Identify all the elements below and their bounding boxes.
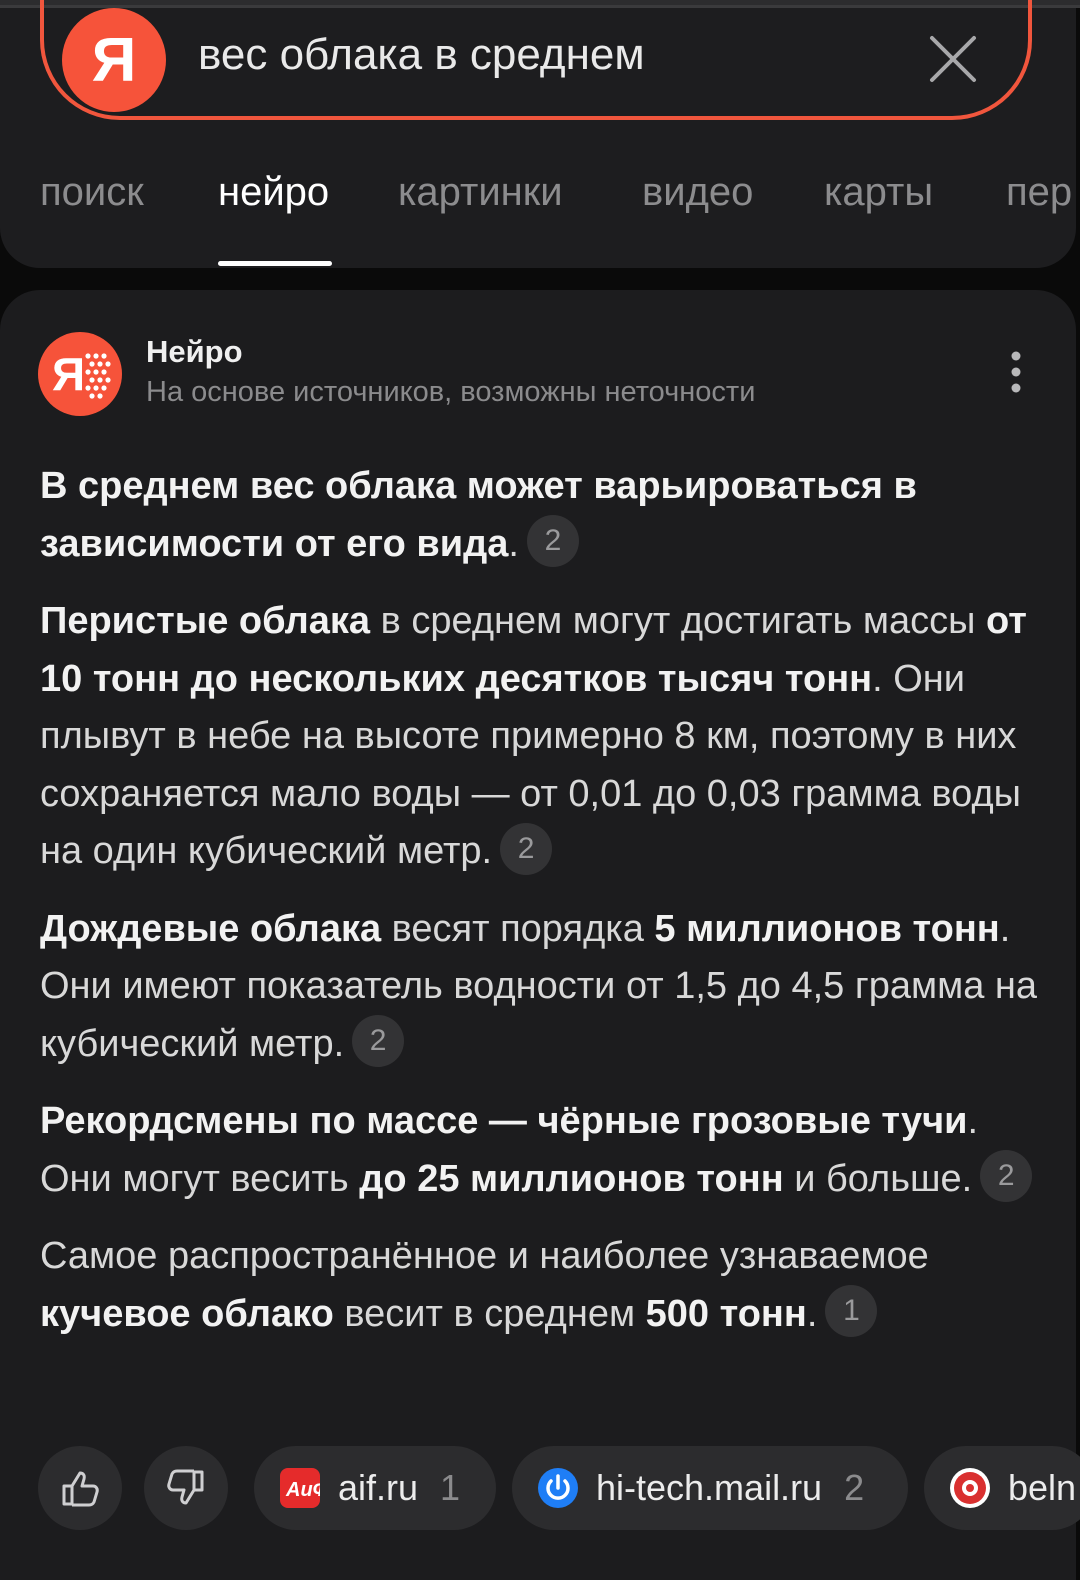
svg-text:Я: Я [52,348,85,400]
active-tab-indicator [218,261,332,266]
dislike-button[interactable] [144,1446,228,1530]
answer-paragraph: Перистые облака в среднем могут достигат… [40,593,1040,881]
feedback-sources-row: АиФ aif.ru 1 hi-tech.mail.ru 2 beln [0,1446,1080,1530]
citation-badge[interactable]: 2 [526,515,579,568]
citation-badge[interactable]: 1 [825,1285,878,1338]
power-icon [538,1468,578,1508]
source-name: aif.ru [338,1467,419,1508]
source-chip-hi-tech[interactable]: hi-tech.mail.ru 2 [512,1446,908,1530]
citation-badge[interactable]: 2 [980,1150,1033,1203]
source-count: 1 [440,1467,461,1508]
neuro-disclaimer: На основе источников, возможны неточност… [146,376,756,408]
source-name: beln [1008,1467,1077,1508]
neuro-title: Нейро [146,334,243,369]
thumbs-down-icon [167,1469,204,1505]
source-name: hi-tech.mail.ru [596,1467,823,1508]
answer-paragraph: В среднем вес облака может варьироваться… [40,458,1040,573]
source-count: 2 [844,1467,865,1508]
tab-maps[interactable]: карты [824,170,933,215]
svg-text:АиФ: АиФ [285,1479,320,1501]
tab-video[interactable]: видео [642,170,753,215]
beln-icon [950,1468,990,1508]
tab-images[interactable]: картинки [398,170,563,215]
citation-badge[interactable]: 2 [352,1015,405,1068]
thumbs-up-icon [62,1471,99,1507]
yandex-logo[interactable]: Я [62,8,166,112]
tab-neuro[interactable]: нейро [218,170,329,215]
like-button[interactable] [38,1446,122,1530]
citation-badge[interactable]: 2 [500,822,553,875]
answer-text: В среднем вес облака может варьироваться… [40,458,1040,1363]
close-icon[interactable] [924,30,982,88]
source-chip-beln[interactable]: beln [924,1446,1080,1530]
tab-more[interactable]: пер [1006,170,1072,215]
answer-paragraph: Самое распространённое и наиболее узнава… [40,1228,1040,1343]
aif-icon: АиФ [280,1468,320,1508]
answer-paragraph: Дождевые облака весят порядка 5 миллионо… [40,901,1040,1074]
neuro-logo-icon: Я [38,332,122,416]
answer-paragraph: Рекордсмены по массе — чёрные грозовые т… [40,1093,1040,1208]
tab-search[interactable]: поиск [40,170,144,215]
search-tabs: поиск нейро картинки видео карты пер [0,170,1076,230]
source-chip-aif[interactable]: АиФ aif.ru 1 [254,1446,496,1530]
search-input[interactable]: вес облака в среднем [198,30,645,80]
more-vertical-icon[interactable] [1004,350,1028,398]
